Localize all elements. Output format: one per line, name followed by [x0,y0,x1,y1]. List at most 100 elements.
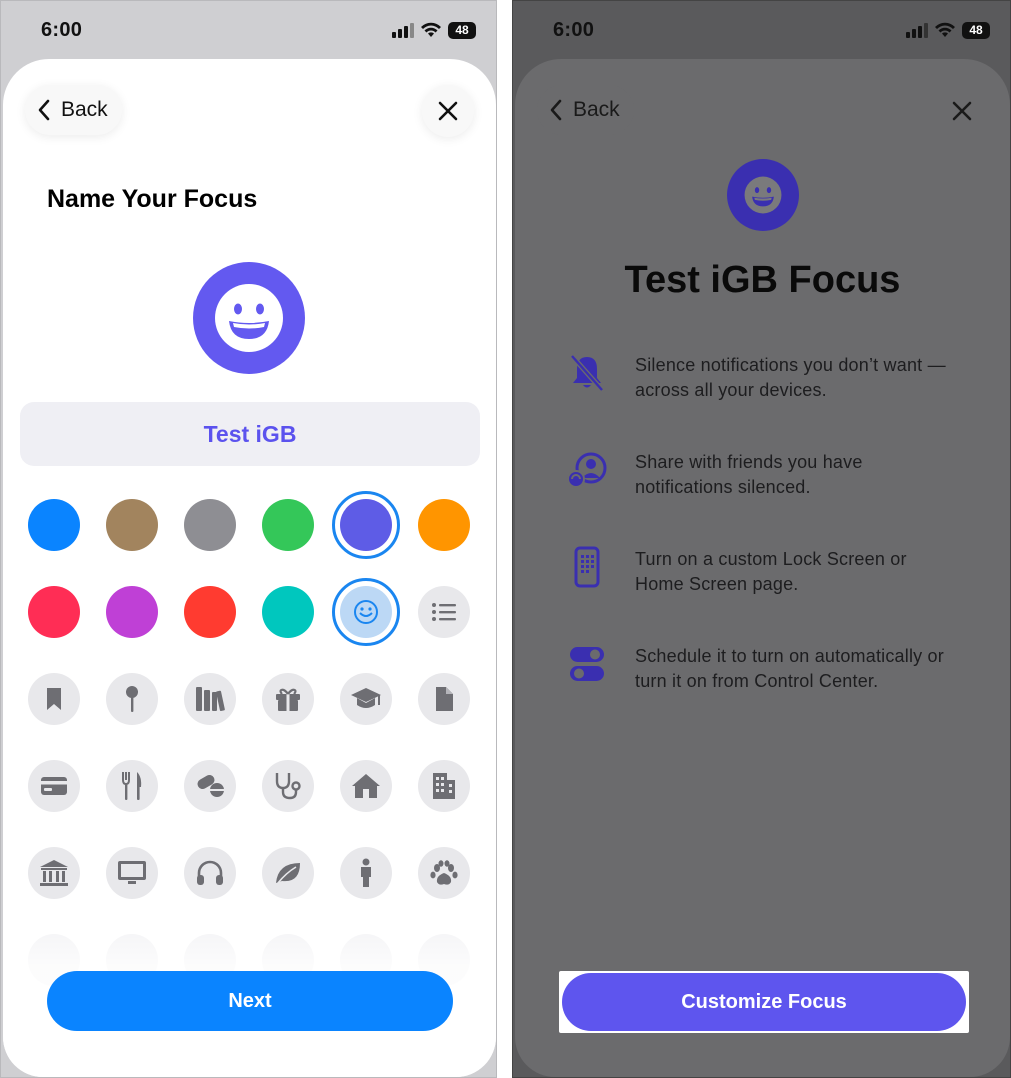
feature-text: Share with friends you have notification… [635,452,863,497]
icon-option-books[interactable] [184,673,236,725]
focus-icon-preview [193,262,305,374]
close-icon [952,101,972,121]
next-button[interactable]: Next [47,971,453,1031]
building-icon [433,773,455,799]
left-phone-screen: 6:00 48 Back Name Your Focus Test iGB Ne… [0,0,497,1078]
wifi-icon [421,22,441,37]
icon-option-paw[interactable] [418,847,470,899]
page-title: Name Your Focus [47,185,258,213]
color-swatch-teal[interactable] [262,586,314,638]
chevron-left-icon [550,99,562,121]
color-swatch-purple[interactable] [106,586,158,638]
color-swatch-blue[interactable] [28,499,80,551]
leaf-icon [276,863,300,884]
feature-schedule: Schedule it to turn on automatically or … [567,644,947,694]
person-icon [361,858,371,887]
feature-icon-wrap [567,353,607,393]
pin-icon [126,686,138,712]
focus-icon-badge [727,159,799,231]
status-time: 6:00 [41,19,83,41]
icon-option-person[interactable] [340,847,392,899]
close-icon [438,101,458,121]
close-button[interactable] [422,85,474,137]
share-person-icon [567,452,607,488]
feature-text: Schedule it to turn on automatically or … [635,646,944,691]
battery-indicator: 48 [448,21,476,39]
customize-focus-button[interactable]: Customize Focus [562,973,966,1031]
icon-option-pills[interactable] [184,760,236,812]
stethoscope-icon [275,773,301,800]
icon-option-house[interactable] [340,760,392,812]
fork-knife-icon [122,772,142,800]
gift-icon [276,688,300,711]
battery-indicator: 48 [962,21,990,39]
icon-option-smiley[interactable] [340,586,392,638]
focus-name-input[interactable] [20,402,480,466]
headphones-icon [197,860,223,885]
bank-icon [40,860,68,886]
focus-title: Test iGB Focus [624,259,901,301]
feature-lock-screen: Turn on a custom Lock Screen or Home Scr… [567,546,947,597]
focus-summary-sheet: Back Test iGB Focus Silence notification… [515,59,1010,1077]
icon-option-stethoscope[interactable] [262,760,314,812]
back-button[interactable]: Back [537,85,634,135]
feature-share: Share with friends you have notification… [567,450,947,500]
cellular-signal-icon [392,23,414,38]
bookmark-icon [47,688,61,710]
right-phone-screen: 6:00 48 Back Test iGB Focus Silence noti… [512,0,1011,1078]
customize-focus-highlight: Customize Focus [559,971,969,1033]
feature-text: Turn on a custom Lock Screen or Home Scr… [635,549,907,594]
icon-option-graduation-cap[interactable] [340,673,392,725]
document-icon [436,687,453,711]
smiley-icon [744,176,782,214]
icon-option-pin[interactable] [106,673,158,725]
cellular-signal-icon [906,23,928,38]
status-icons: 48 [392,20,476,40]
chevron-left-icon [38,99,50,121]
color-swatch-brown[interactable] [106,499,158,551]
house-icon [352,774,380,798]
icon-option-building[interactable] [418,760,470,812]
color-swatch-gray[interactable] [184,499,236,551]
feature-silence: Silence notifications you don’t want — a… [567,353,947,403]
status-time: 6:00 [553,19,595,41]
icon-option-fork-knife[interactable] [106,760,158,812]
feature-icon-wrap [567,546,607,588]
back-button[interactable]: Back [25,85,122,135]
feature-text: Silence notifications you don’t want — a… [635,355,946,400]
icon-option-bank[interactable] [28,847,80,899]
status-bar: 6:00 48 [513,1,1010,57]
color-swatch-red[interactable] [184,586,236,638]
icon-option-gift[interactable] [262,673,314,725]
bell-slash-icon [570,354,604,392]
icon-option-list[interactable] [418,586,470,638]
color-swatch-indigo[interactable] [340,499,392,551]
status-bar: 6:00 48 [1,1,496,57]
color-swatch-orange[interactable] [418,499,470,551]
wifi-icon [935,22,955,37]
icon-option-leaf[interactable] [262,847,314,899]
books-icon [196,687,225,712]
icon-option-credit-card[interactable] [28,760,80,812]
back-label: Back [573,98,620,121]
feature-icon-wrap [567,644,607,684]
smiley-icon [354,600,378,624]
monitor-icon [118,861,146,884]
pills-icon [197,775,224,797]
icon-option-bookmark[interactable] [28,673,80,725]
close-button[interactable] [936,85,988,137]
status-icons: 48 [906,20,990,40]
back-label: Back [61,98,108,121]
feature-icon-wrap [567,450,607,490]
color-swatch-pink[interactable] [28,586,80,638]
credit-card-icon [41,777,67,795]
name-focus-sheet: Back Name Your Focus Test iGB Next [3,59,496,1077]
icon-option-monitor[interactable] [106,847,158,899]
icon-option-headphones[interactable] [184,847,236,899]
color-swatch-green[interactable] [262,499,314,551]
toggles-icon [570,647,604,681]
icon-option-document[interactable] [418,673,470,725]
list-icon [432,603,456,621]
smiley-icon [215,284,283,352]
phone-grid-icon [574,546,600,588]
